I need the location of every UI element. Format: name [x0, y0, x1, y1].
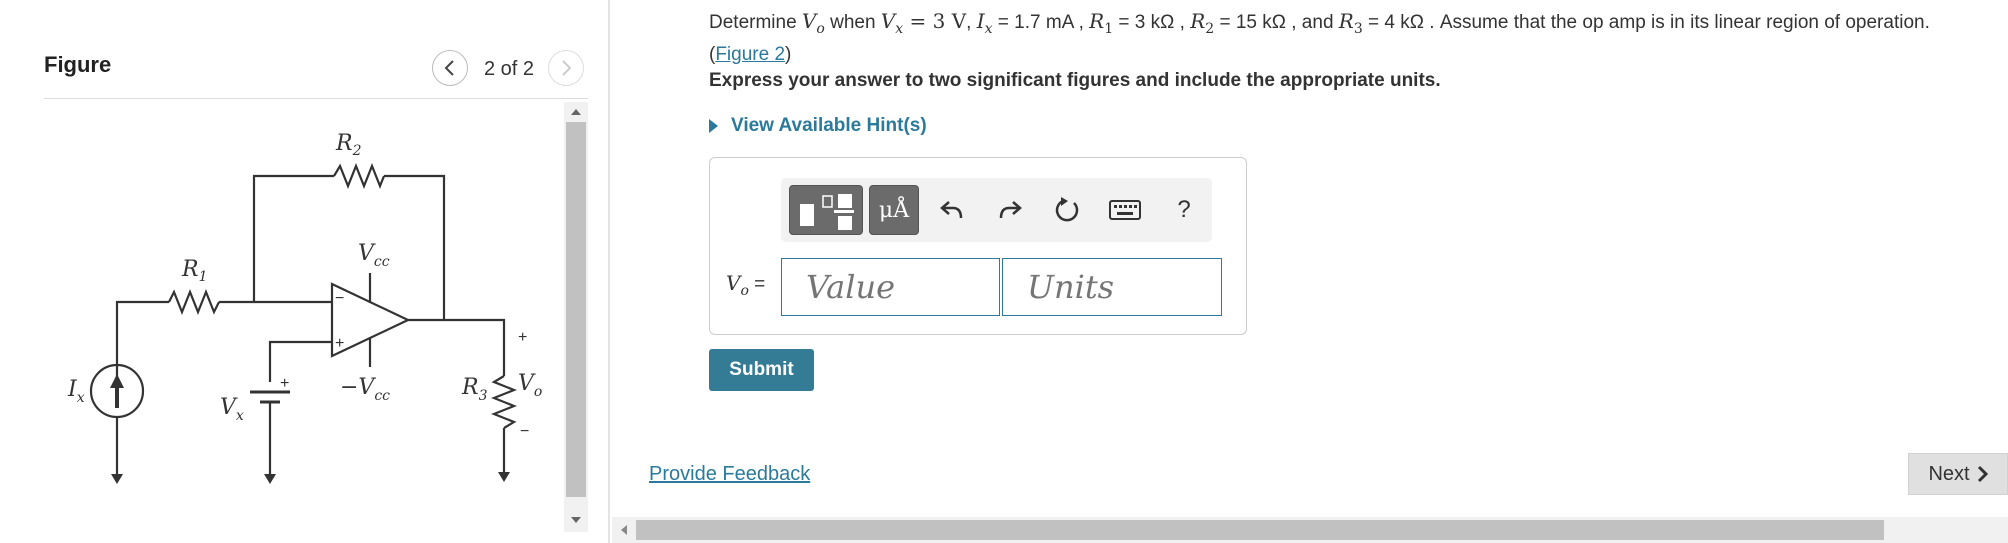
svg-text:−Vcc: −Vcc: [340, 375, 390, 404]
question-text: Determine Vo when Vx = 3 V, Ix = 1.7 mA …: [709, 9, 1930, 65]
figure-vertical-scrollbar[interactable]: [564, 102, 588, 532]
units-input[interactable]: [1002, 258, 1222, 316]
next-button[interactable]: Next: [1908, 453, 2008, 495]
svg-text:+: +: [280, 375, 289, 392]
svg-text:−: −: [520, 423, 529, 440]
horizontal-scrollbar[interactable]: [612, 517, 2008, 543]
chevron-right-icon: [1977, 465, 1988, 483]
svg-text:R2: R2: [335, 131, 362, 159]
svg-text:−: −: [335, 290, 344, 307]
reset-button[interactable]: [1052, 195, 1082, 225]
answer-variable-label: Vo =: [726, 271, 766, 299]
keyboard-button[interactable]: [1107, 195, 1143, 225]
fraction-template-icon: [800, 194, 854, 230]
units-button[interactable]: μÅ: [869, 185, 919, 235]
svg-text:R3: R3: [461, 375, 488, 404]
math-toolbar: μÅ ?: [781, 178, 1212, 242]
redo-icon: [999, 201, 1022, 219]
redo-button[interactable]: [995, 195, 1025, 225]
undo-icon: [940, 201, 963, 219]
provide-feedback-link[interactable]: Provide Feedback: [649, 463, 810, 486]
previous-figure-button[interactable]: [432, 50, 468, 86]
figure-panel: Figure 2 of 2 R2 R1 Vcc −Vcc Ix Vx R3 Vo…: [0, 0, 608, 543]
scroll-left-arrow-icon[interactable]: [616, 522, 632, 538]
vertical-scrollbar-thumb[interactable]: [566, 122, 586, 497]
view-hints-toggle[interactable]: View Available Hint(s): [709, 115, 927, 137]
figure-title: Figure: [44, 52, 112, 77]
chevron-left-icon: [444, 60, 454, 76]
resistor-r1: [168, 289, 220, 315]
answer-instruction: Express your answer to two significant f…: [709, 70, 1441, 91]
value-input[interactable]: [781, 258, 1000, 316]
answer-box: μÅ ? Vo =: [709, 157, 1247, 335]
svg-text:Vcc: Vcc: [358, 241, 390, 270]
svg-text:+: +: [518, 329, 527, 346]
svg-text:Ix: Ix: [67, 377, 85, 406]
hints-label: View Available Hint(s): [731, 115, 927, 136]
figure-divider: [44, 98, 588, 99]
reset-icon: [1055, 197, 1079, 222]
svg-text:+: +: [335, 335, 344, 352]
templates-button[interactable]: [789, 185, 863, 235]
scroll-down-arrow-icon[interactable]: [564, 512, 588, 528]
panel-separator: [608, 0, 610, 543]
figure-2-link[interactable]: Figure 2: [715, 44, 785, 65]
resistor-r3: [491, 375, 517, 429]
resistor-r2: [333, 163, 386, 189]
expand-triangle-icon: [709, 119, 718, 133]
undo-button[interactable]: [937, 195, 967, 225]
next-label: Next: [1928, 462, 1970, 485]
figure-page-counter: 2 of 2: [484, 58, 535, 80]
next-figure-button[interactable]: [548, 50, 584, 86]
svg-text:Vx: Vx: [220, 395, 244, 424]
svg-text:R1: R1: [181, 257, 208, 285]
keyboard-icon: [1109, 200, 1141, 220]
chevron-right-icon: [562, 60, 572, 76]
horizontal-scrollbar-thumb[interactable]: [636, 520, 1884, 540]
help-button[interactable]: ?: [1169, 195, 1199, 225]
circuit-diagram: R2 R1 Vcc −Vcc Ix Vx R3 Vo − + + + −: [67, 131, 542, 484]
scroll-up-arrow-icon[interactable]: [564, 104, 588, 120]
svg-text:Vo: Vo: [518, 371, 542, 400]
submit-button[interactable]: Submit: [709, 349, 814, 391]
